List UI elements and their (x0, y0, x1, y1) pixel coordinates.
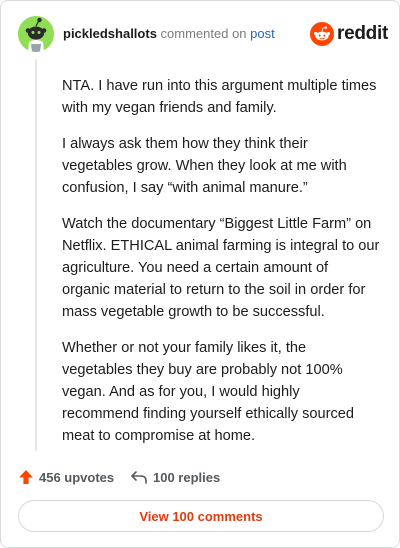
post-link[interactable]: post (250, 26, 275, 41)
thread-line (35, 59, 37, 451)
comment-paragraph: I always ask them how they think their v… (62, 136, 347, 196)
username-link[interactable]: pickledshallots (63, 26, 157, 41)
upvote-count: 456 upvotes (39, 469, 115, 485)
reply-arrow-icon (131, 471, 147, 484)
comment-actions: 456 upvotes 100 replies (18, 467, 318, 487)
snoo-avatar-icon (18, 16, 54, 52)
comment-header: pickledshallots commented on post reddit (18, 16, 388, 52)
reddit-logo-icon (310, 22, 334, 46)
comment-meta: pickledshallots commented on post (63, 26, 275, 42)
comment-paragraph: Whether or not your family likes it, the… (62, 340, 355, 444)
commented-on-text: commented on (160, 26, 247, 41)
comment-body: NTA. I have run into this argument multi… (62, 75, 380, 461)
reddit-brand[interactable]: reddit (310, 22, 388, 46)
reddit-wordmark: reddit (337, 23, 388, 44)
comment-card: pickledshallots commented on post reddit… (0, 0, 400, 548)
upvote-button[interactable]: 456 upvotes (18, 467, 114, 487)
view-comments-button[interactable]: View 100 comments (18, 500, 384, 532)
reply-count: 100 replies (153, 469, 221, 485)
upvote-arrow-icon (19, 470, 33, 484)
comment-paragraph: NTA. I have run into this argument multi… (62, 78, 377, 116)
reply-button[interactable]: 100 replies (130, 467, 220, 487)
comment-paragraph: Watch the documentary “Biggest Little Fa… (62, 216, 380, 320)
user-avatar[interactable] (18, 16, 54, 52)
